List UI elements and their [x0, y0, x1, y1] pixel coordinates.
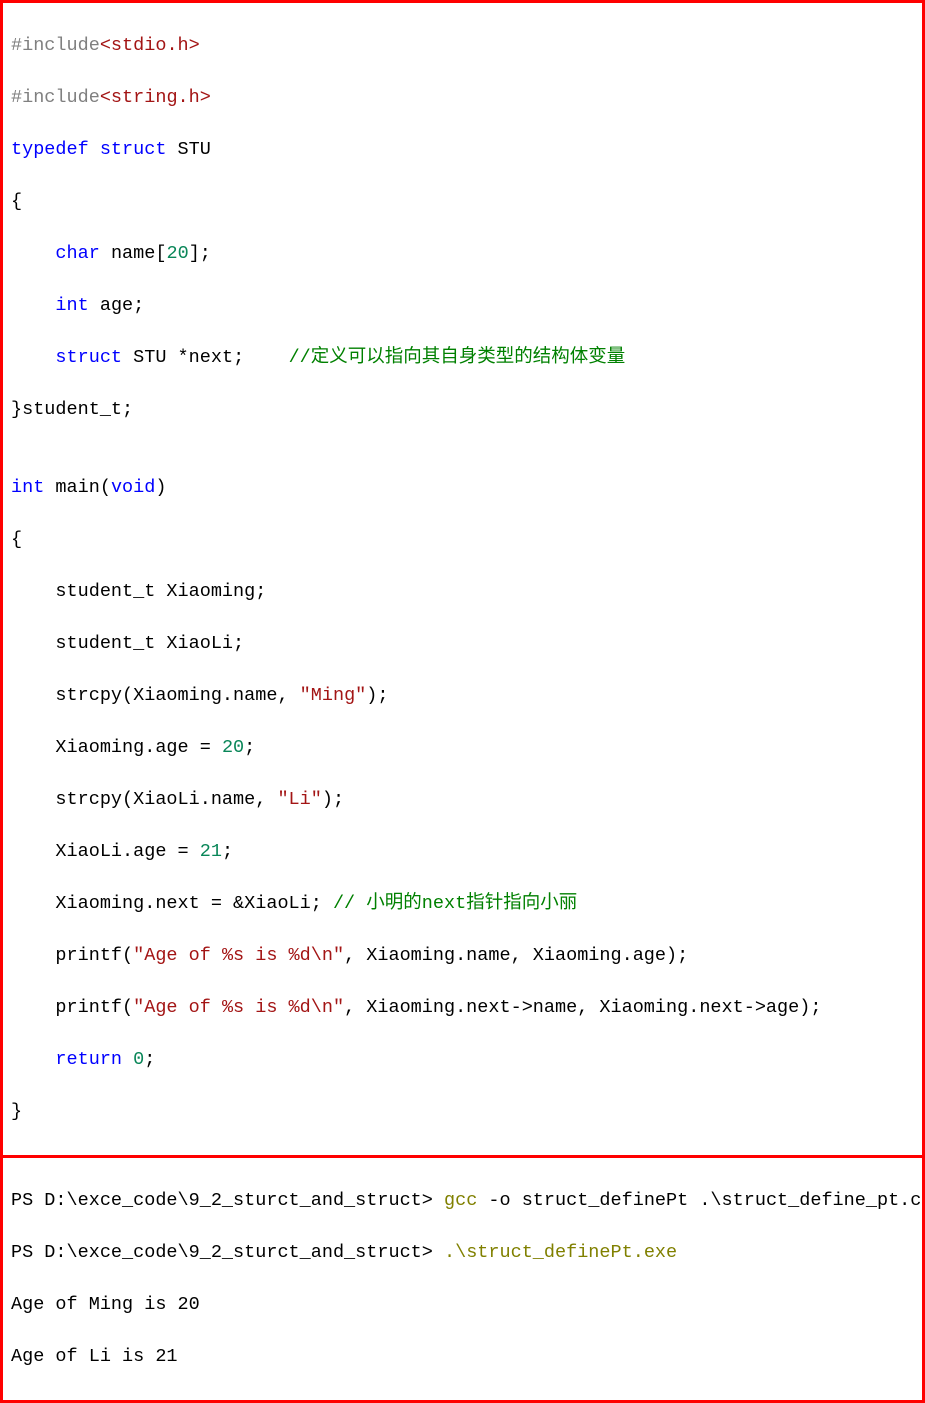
code-line: { — [11, 527, 914, 553]
string-literal: "Ming" — [300, 685, 367, 706]
code-line: #include<stdio.h> — [11, 33, 914, 59]
code-line: } — [11, 1099, 914, 1125]
code-line: Xiaoming.age = 20; — [11, 735, 914, 761]
header-name: <string.h> — [100, 87, 211, 108]
type-int: int — [11, 477, 44, 498]
preprocessor-directive: #include — [11, 87, 100, 108]
terminal-output: Age of Li is 21 — [11, 1344, 914, 1370]
code-line: return 0; — [11, 1047, 914, 1073]
keyword-return: return — [55, 1049, 122, 1070]
code-line: typedef struct STU — [11, 137, 914, 163]
terminal-command: gcc — [444, 1190, 477, 1211]
code-line: strcpy(XiaoLi.name, "Li"); — [11, 787, 914, 813]
number-literal: 20 — [222, 737, 244, 758]
keyword-void: void — [111, 477, 155, 498]
string-literal: "Age of %s is %d\n" — [133, 945, 344, 966]
preprocessor-directive: #include — [11, 35, 100, 56]
code-line: int main(void) — [11, 475, 914, 501]
header-name: <stdio.h> — [100, 35, 200, 56]
code-line: #include<string.h> — [11, 85, 914, 111]
code-line: XiaoLi.age = 21; — [11, 839, 914, 865]
terminal-panel: PS D:\exce_code\9_2_sturct_and_struct> g… — [0, 1158, 925, 1403]
keyword-struct: struct — [100, 139, 167, 160]
number-literal: 20 — [166, 243, 188, 264]
code-line: Xiaoming.next = &XiaoLi; // 小明的next指针指向小… — [11, 891, 914, 917]
code-line: printf("Age of %s is %d\n", Xiaoming.nex… — [11, 995, 914, 1021]
string-literal: "Li" — [277, 789, 321, 810]
type-char: char — [55, 243, 99, 264]
comment: // 小明的next指针指向小丽 — [333, 893, 577, 914]
terminal-output: Age of Ming is 20 — [11, 1292, 914, 1318]
number-literal: 0 — [133, 1049, 144, 1070]
comment: //定义可以指向其自身类型的结构体变量 — [289, 347, 626, 368]
code-line: printf("Age of %s is %d\n", Xiaoming.nam… — [11, 943, 914, 969]
terminal-line: PS D:\exce_code\9_2_sturct_and_struct> g… — [11, 1188, 914, 1214]
code-line: int age; — [11, 293, 914, 319]
number-literal: 21 — [200, 841, 222, 862]
code-line: strcpy(Xiaoming.name, "Ming"); — [11, 683, 914, 709]
keyword-struct: struct — [55, 347, 122, 368]
terminal-prompt: PS D:\exce_code\9_2_sturct_and_struct> — [11, 1242, 444, 1263]
terminal-prompt: PS D:\exce_code\9_2_sturct_and_struct> — [11, 1190, 444, 1211]
terminal-command: .\struct_definePt.exe — [444, 1242, 677, 1263]
code-line: struct STU *next; //定义可以指向其自身类型的结构体变量 — [11, 345, 914, 371]
terminal-args: -o struct_definePt .\struct_define_pt.c — [477, 1190, 921, 1211]
struct-name: STU — [166, 139, 210, 160]
code-line: char name[20]; — [11, 241, 914, 267]
code-line: student_t XiaoLi; — [11, 631, 914, 657]
code-editor-panel: #include<stdio.h> #include<string.h> typ… — [0, 0, 925, 1158]
code-line: { — [11, 189, 914, 215]
string-literal: "Age of %s is %d\n" — [133, 997, 344, 1018]
code-line: }student_t; — [11, 397, 914, 423]
type-int: int — [55, 295, 88, 316]
keyword-typedef: typedef — [11, 139, 89, 160]
code-line: student_t Xiaoming; — [11, 579, 914, 605]
terminal-line: PS D:\exce_code\9_2_sturct_and_struct> .… — [11, 1240, 914, 1266]
